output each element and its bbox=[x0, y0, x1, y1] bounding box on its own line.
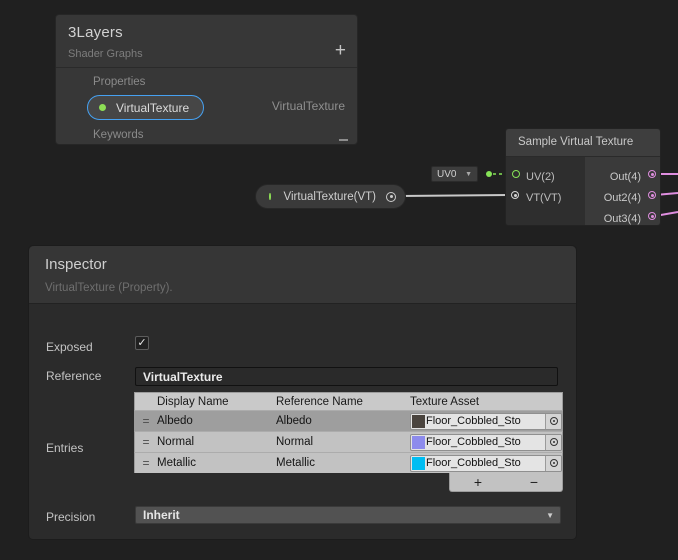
drag-handle-icon[interactable]: = bbox=[135, 456, 157, 470]
entries-list: Display Name Reference Name Texture Asse… bbox=[134, 392, 563, 492]
precision-label: Precision bbox=[46, 510, 95, 524]
target-icon bbox=[550, 459, 558, 467]
node-title: Sample Virtual Texture bbox=[506, 129, 660, 157]
entries-row-albedo[interactable]: = Albedo Albedo Floor_Cobbled_Sto bbox=[134, 410, 563, 431]
object-picker-button[interactable] bbox=[545, 456, 561, 471]
reference-input[interactable] bbox=[135, 367, 558, 386]
reference-label: Reference bbox=[46, 369, 101, 383]
entries-row-metallic[interactable]: = Metallic Metallic Floor_Cobbled_Sto bbox=[134, 452, 563, 473]
precision-dropdown[interactable]: Inherit ▼ bbox=[135, 506, 561, 524]
resize-grip-icon[interactable] bbox=[339, 139, 348, 141]
texture-preview-swatch bbox=[412, 457, 425, 470]
entries-footer: + − bbox=[449, 473, 563, 492]
entries-row-normal[interactable]: = Normal Normal Floor_Cobbled_Sto bbox=[134, 431, 563, 452]
add-entry-button[interactable]: + bbox=[450, 473, 506, 491]
entry-display-name: Normal bbox=[157, 436, 276, 448]
entry-display-name: Albedo bbox=[157, 415, 276, 427]
node-body: UV(2) VT(VT) Out(4) Out2(4) Out3(4) bbox=[506, 157, 660, 225]
entries-label: Entries bbox=[46, 441, 83, 455]
input-vt-label: VT(VT) bbox=[506, 188, 585, 209]
entry-display-name: Metallic bbox=[157, 457, 276, 469]
exposed-label: Exposed bbox=[46, 340, 93, 354]
uv-default-dot-icon bbox=[486, 171, 492, 177]
texture-asset-name: Floor_Cobbled_Sto bbox=[425, 457, 545, 469]
texture-object-field[interactable]: Floor_Cobbled_Sto bbox=[410, 434, 562, 451]
column-display-name: Display Name bbox=[157, 396, 276, 408]
inspector-body: Exposed Reference Entries Display Name R… bbox=[29, 304, 576, 539]
graph-subtitle: Shader Graphs bbox=[68, 48, 345, 60]
node-inputs: UV(2) VT(VT) bbox=[506, 157, 585, 225]
property-pill-virtualtexture[interactable]: VirtualTexture bbox=[87, 95, 204, 120]
texture-preview-swatch bbox=[412, 436, 425, 449]
texture-preview-swatch bbox=[412, 415, 425, 428]
entries-header-row: Display Name Reference Name Texture Asse… bbox=[134, 392, 563, 410]
remove-entry-button[interactable]: − bbox=[506, 473, 562, 491]
target-icon bbox=[550, 438, 558, 446]
output-port-icon[interactable] bbox=[386, 192, 396, 202]
keywords-section-label: Keywords bbox=[56, 123, 357, 141]
graph-title: 3Layers bbox=[68, 24, 345, 41]
column-reference-name: Reference Name bbox=[276, 396, 410, 408]
property-color-dot-icon bbox=[99, 104, 106, 111]
property-row: VirtualTexture VirtualTexture bbox=[56, 93, 357, 123]
entry-reference-name: Normal bbox=[276, 436, 410, 448]
add-property-button[interactable]: + bbox=[335, 41, 346, 60]
texture-asset-name: Floor_Cobbled_Sto bbox=[425, 436, 545, 448]
property-type-label: VirtualTexture bbox=[272, 99, 345, 113]
uv-channel-dropdown[interactable]: UV0 ▼ bbox=[431, 166, 478, 182]
property-node-label: VirtualTexture(VT) bbox=[284, 191, 376, 203]
chevron-down-icon: ▼ bbox=[465, 171, 472, 178]
output-port-out2-icon[interactable] bbox=[648, 191, 656, 199]
chevron-down-icon: ▼ bbox=[546, 511, 554, 520]
texture-object-field[interactable]: Floor_Cobbled_Sto bbox=[410, 455, 562, 472]
exposed-checkbox[interactable] bbox=[135, 336, 149, 350]
input-port-uv-icon[interactable] bbox=[512, 170, 520, 178]
entry-reference-name: Metallic bbox=[276, 457, 410, 469]
node-virtualtexture-property[interactable]: VirtualTexture(VT) bbox=[255, 184, 406, 209]
entry-reference-name: Albedo bbox=[276, 415, 410, 427]
blackboard-header[interactable]: 3Layers Shader Graphs + bbox=[56, 15, 357, 68]
object-picker-button[interactable] bbox=[545, 414, 561, 429]
input-port-vt-icon[interactable] bbox=[511, 191, 519, 199]
edge-vt[interactable] bbox=[400, 195, 514, 196]
inspector-title: Inspector bbox=[45, 256, 560, 273]
inspector-panel: Inspector VirtualTexture (Property). Exp… bbox=[28, 245, 577, 540]
uv-channel-value: UV0 bbox=[437, 169, 456, 180]
inspector-header[interactable]: Inspector VirtualTexture (Property). bbox=[29, 246, 576, 304]
properties-section-label: Properties bbox=[56, 68, 357, 93]
shader-graph-window: 3Layers Shader Graphs + Properties Virtu… bbox=[0, 0, 678, 560]
inspector-subtitle: VirtualTexture (Property). bbox=[45, 282, 560, 294]
object-picker-button[interactable] bbox=[545, 435, 561, 450]
output-port-out1-icon[interactable] bbox=[648, 170, 656, 178]
drag-handle-icon[interactable]: = bbox=[135, 414, 157, 428]
target-icon bbox=[550, 417, 558, 425]
output-port-out3-icon[interactable] bbox=[648, 212, 656, 220]
column-texture-asset: Texture Asset bbox=[410, 396, 562, 408]
drag-handle-icon[interactable]: = bbox=[135, 435, 157, 449]
texture-asset-name: Floor_Cobbled_Sto bbox=[425, 415, 545, 427]
property-color-dot-icon bbox=[269, 193, 271, 200]
blackboard-panel: 3Layers Shader Graphs + Properties Virtu… bbox=[55, 14, 358, 145]
precision-value: Inherit bbox=[143, 508, 180, 522]
texture-object-field[interactable]: Floor_Cobbled_Sto bbox=[410, 413, 562, 430]
property-name: VirtualTexture bbox=[116, 101, 189, 115]
node-sample-virtual-texture[interactable]: Sample Virtual Texture UV(2) VT(VT) Out(… bbox=[505, 128, 661, 226]
